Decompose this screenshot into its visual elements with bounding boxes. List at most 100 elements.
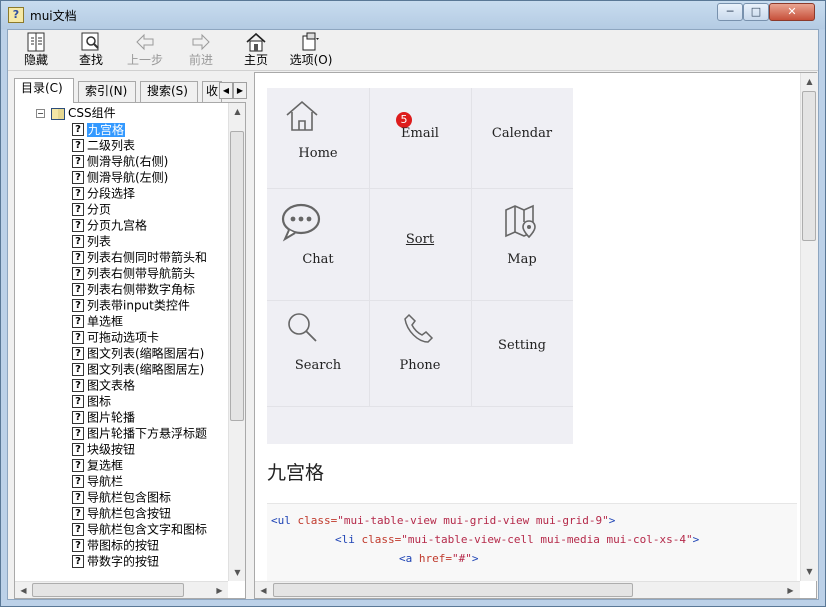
grid-cell-home[interactable]: Home [267,88,369,192]
scroll-left-arrow-icon[interactable]: ◀ [15,582,32,599]
tab-index[interactable]: 索引(N) [78,81,136,102]
tab-scroll-right-button[interactable]: ▶ [233,82,247,99]
tree-topic-item[interactable]: ? 图文表格 [72,377,228,393]
grid-label-calendar: Calendar [491,126,553,141]
tree-topic-item[interactable]: ? 图文列表(缩略图居左) [72,361,228,377]
tree-vertical-scrollbar[interactable]: ▲ ▼ [228,103,245,581]
title-bar[interactable]: ? mui文档 ─ □ ✕ [1,1,825,29]
options-button[interactable]: 选项(O) [283,32,339,70]
find-button[interactable]: 查找 [63,32,119,70]
tree-topic-item[interactable]: ? 列表右侧同时带箭头和 [72,249,228,265]
maximize-button[interactable]: □ [743,3,769,21]
tab-search[interactable]: 搜索(S) [140,81,198,102]
close-button[interactable]: ✕ [769,3,815,21]
tree-topic-item[interactable]: ? 图标 [72,393,228,409]
help-topic-icon: ? [72,219,84,232]
grid-cell-chat[interactable]: Chat [267,192,369,296]
tree-topic-item[interactable]: ? 导航栏包含按钮 [72,505,228,521]
code-line-1: <ul class="mui-table-view mui-grid-view … [271,514,615,527]
tree-topic-label: 复选框 [87,458,124,473]
tree-vscroll-thumb[interactable] [230,131,244,421]
hide-button[interactable]: 隐藏 [8,32,64,70]
tree-topic-label: 列表右侧带导航箭头 [87,266,196,281]
grid-cell-search[interactable]: Search [267,300,369,404]
tree-topic-label: 图片轮播下方悬浮标题 [87,426,208,441]
tree-topic-item[interactable]: ? 列表带input类控件 [72,297,228,313]
scroll-up-arrow-icon[interactable]: ▲ [229,103,246,120]
help-window: ? mui文档 ─ □ ✕ 隐藏 查找 上一步 前进 主页 选项(O) 目录(C… [0,0,826,607]
tree-topic-item[interactable]: ? 分页 [72,201,228,217]
tree-topic-item[interactable]: ? 带图标的按钮 [72,537,228,553]
forward-button[interactable]: 前进 [173,32,229,70]
tree-horizontal-scrollbar[interactable]: ◀ ▶ [15,581,228,598]
tab-scroll-left-button[interactable]: ◀ [219,82,233,99]
content-vscroll-thumb[interactable] [802,91,816,241]
forward-arrow-icon [192,33,210,51]
help-topic-icon: ? [72,379,84,392]
help-topic-icon: ? [72,427,84,440]
grid-cell-map[interactable]: Map [471,192,573,296]
grid-cell-email[interactable]: 5 Email [369,88,471,192]
grid-label-setting: Setting [498,338,546,353]
content-hscroll-thumb[interactable] [273,583,633,597]
tree-hscroll-thumb[interactable] [32,583,184,597]
help-topic-icon: ? [72,443,84,456]
tab-contents[interactable]: 目录(C) [14,78,74,103]
tree-topic-item[interactable]: ? 导航栏 [72,473,228,489]
tree-topic-item[interactable]: ? 复选框 [72,457,228,473]
home-button[interactable]: 主页 [228,32,284,70]
help-topic-icon: ? [72,491,84,504]
content-vertical-scrollbar[interactable]: ▲ ▼ [800,73,817,581]
back-button[interactable]: 上一步 [117,32,173,70]
tree-topic-label: 带数字的按钮 [87,554,160,569]
tree-topic-item[interactable]: ? 块级按钮 [72,441,228,457]
tree-topic-item[interactable]: ? 导航栏包含图标 [72,489,228,505]
tree-topic-label: 带图标的按钮 [87,538,160,553]
scroll-right-arrow-icon[interactable]: ▶ [211,582,228,599]
tree-topic-item[interactable]: ? 可拖动选项卡 [72,329,228,345]
phone-icon [404,313,434,343]
content-horizontal-scrollbar[interactable]: ◀ ▶ [255,581,800,598]
scroll-left-arrow-icon[interactable]: ◀ [255,582,272,599]
tree-topic-item[interactable]: ? 导航栏包含文字和图标 [72,521,228,537]
code-tag: > [608,514,616,527]
options-icon [302,32,319,51]
chat-icon [281,203,321,242]
tree-topic-item[interactable]: ? 侧滑导航(左侧) [72,169,228,185]
grid-divider [267,406,573,407]
scroll-down-arrow-icon[interactable]: ▼ [801,563,818,580]
code-line-2: <li class="mui-table-view-cell mui-media… [335,533,699,546]
tree-topic-item[interactable]: ? 单选框 [72,313,228,329]
tree-topic-item[interactable]: ? 图片轮播 [72,409,228,425]
tree-topic-item[interactable]: ? 图文列表(缩略图居右) [72,345,228,361]
tree-topic-item[interactable]: ? 列表右侧带数字角标 [72,281,228,297]
tree-topic-item[interactable]: ? 列表右侧带导航箭头 [72,265,228,281]
tree-topic-label: 导航栏包含按钮 [87,506,172,521]
tree-topic-item[interactable]: ? 分段选择 [72,185,228,201]
tree-topic-label: 图文列表(缩略图居左) [87,362,205,377]
grid-cell-setting[interactable]: Setting [471,300,573,404]
grid-cell-calendar[interactable]: Calendar [471,88,573,192]
tree-topic-item[interactable]: ? 九宫格 [72,121,228,137]
minimize-button[interactable]: ─ [717,3,743,21]
tree-topic-label: 九宫格 [87,122,126,137]
tree-topic-item[interactable]: ? 二级列表 [72,137,228,153]
help-topic-icon: ? [72,187,84,200]
grid-cell-phone[interactable]: Phone [369,300,471,404]
scroll-down-arrow-icon[interactable]: ▼ [229,564,246,581]
scroll-up-arrow-icon[interactable]: ▲ [801,73,818,90]
hide-label: 隐藏 [23,53,48,67]
tree-topic-item[interactable]: ? 带数字的按钮 [72,553,228,569]
code-attr: class= [361,533,402,546]
tree-topic-item[interactable]: ? 侧滑导航(右侧) [72,153,228,169]
code-tag: > [471,552,479,565]
maximize-icon: □ [750,5,762,18]
tree-topic-item[interactable]: ? 图片轮播下方悬浮标题 [72,425,228,441]
tree-node-css-components[interactable]: − CSS组件 [36,105,116,121]
collapse-icon[interactable]: − [36,109,45,118]
tree-topic-item[interactable]: ? 分页九宫格 [72,217,228,233]
scroll-right-arrow-icon[interactable]: ▶ [782,582,799,599]
tree-topic-item[interactable]: ? 列表 [72,233,228,249]
tree-root-label: CSS组件 [68,106,116,120]
grid-cell-sort[interactable]: Sort [369,192,471,296]
